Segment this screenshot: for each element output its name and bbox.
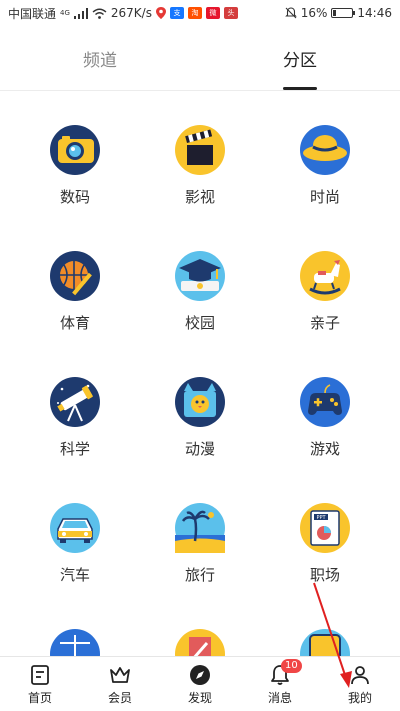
- nav-messages-label: 消息: [267, 690, 292, 705]
- category-digital[interactable]: 数码: [20, 125, 130, 225]
- network-speed: 267K/s: [110, 6, 152, 20]
- nav-profile-label: 我的: [347, 690, 372, 705]
- pen-icon: [175, 629, 225, 657]
- category-anime[interactable]: 动漫: [145, 377, 255, 477]
- hat-icon: [300, 125, 350, 175]
- category-label: 影视: [184, 188, 215, 206]
- bottom-navigation: 首页 会员 发现 10 消息 我的: [0, 656, 400, 711]
- gamepad-icon: [300, 377, 350, 427]
- category-science[interactable]: 科学: [20, 377, 130, 477]
- nav-discover-label: 发现: [187, 690, 212, 705]
- mute-bell-icon: [284, 7, 297, 19]
- cartoon-cat-icon: [175, 377, 225, 427]
- category-label: 职场: [309, 566, 340, 584]
- tab-channels[interactable]: 频道: [0, 26, 200, 90]
- category-label: 亲子: [309, 314, 340, 332]
- toutiao-icon: 头: [223, 7, 238, 19]
- category-travel[interactable]: 旅行: [145, 503, 255, 603]
- status-right: 16% 14:46: [284, 6, 392, 20]
- message-count-badge: 10: [281, 659, 302, 673]
- weibo-icon: 微: [205, 7, 220, 19]
- category-label: 游戏: [309, 440, 340, 458]
- user-icon: [351, 665, 369, 684]
- nav-membership-label: 会员: [107, 690, 132, 705]
- category-fashion[interactable]: 时尚: [270, 125, 380, 225]
- category-label: 数码: [59, 188, 90, 206]
- category-grid: 数码 影视 时尚 体育 校园 亲子 科学 动漫 游戏 汽车 旅行 PPT 职场: [0, 91, 400, 657]
- car-icon: [50, 503, 100, 553]
- category-parenting[interactable]: 亲子: [270, 251, 380, 351]
- battery-percent: 16%: [300, 6, 328, 20]
- category-partial-3[interactable]: [270, 629, 380, 657]
- nav-discover[interactable]: 发现: [160, 657, 240, 711]
- category-label: 时尚: [309, 188, 340, 206]
- category-partial-1[interactable]: [20, 629, 130, 657]
- document-icon: [31, 664, 49, 685]
- category-campus[interactable]: 校园: [145, 251, 255, 351]
- alipay-icon: 支: [169, 7, 184, 19]
- nav-membership[interactable]: 会员: [80, 657, 160, 711]
- crown-icon: [110, 666, 130, 683]
- category-partial-2[interactable]: [145, 629, 255, 657]
- battery-icon: [331, 8, 356, 18]
- graduation-cap-icon: [175, 251, 225, 301]
- category-label: 动漫: [184, 440, 215, 458]
- category-label: 科学: [59, 440, 90, 458]
- rocking-horse-icon: [300, 251, 350, 301]
- category-film[interactable]: 影视: [145, 125, 255, 225]
- camera-icon: [50, 125, 100, 175]
- category-sports[interactable]: 体育: [20, 251, 130, 351]
- status-bar: 中国联通 4G 267K/s 支 淘 微 头 16% 14:46: [0, 0, 400, 26]
- signal-icon: [73, 7, 88, 19]
- nav-home[interactable]: 首页: [0, 657, 80, 711]
- tab-sections[interactable]: 分区: [200, 26, 400, 90]
- category-label: 校园: [184, 314, 215, 332]
- basketball-icon: [50, 251, 100, 301]
- carrier-name: 中国联通: [8, 6, 57, 21]
- telescope-icon: [50, 377, 100, 427]
- clapperboard-icon: [175, 125, 225, 175]
- category-label: 旅行: [184, 566, 215, 584]
- network-type: 4G: [60, 8, 70, 17]
- svg-text:PPT: PPT: [316, 515, 326, 521]
- ppt-document-icon: PPT: [300, 503, 350, 553]
- category-auto[interactable]: 汽车: [20, 503, 130, 603]
- nav-profile[interactable]: 我的: [320, 657, 400, 711]
- sticker-icon: [300, 629, 350, 657]
- category-label: 汽车: [59, 566, 90, 584]
- nav-messages[interactable]: 10 消息: [240, 657, 320, 711]
- wifi-icon: [92, 8, 107, 19]
- scale-icon: [50, 629, 100, 657]
- nav-home-label: 首页: [27, 690, 52, 705]
- clock: 14:46: [357, 6, 392, 20]
- category-career[interactable]: PPT 职场: [270, 503, 380, 603]
- palm-beach-icon: [175, 503, 225, 553]
- location-icon: [155, 7, 166, 19]
- top-tabs: 频道 分区: [0, 26, 400, 91]
- category-games[interactable]: 游戏: [270, 377, 380, 477]
- category-label: 体育: [59, 314, 90, 332]
- taobao-icon: 淘: [187, 7, 202, 19]
- compass-icon: [190, 664, 210, 685]
- status-left: 中国联通 4G 267K/s 支 淘 微 头: [8, 5, 238, 22]
